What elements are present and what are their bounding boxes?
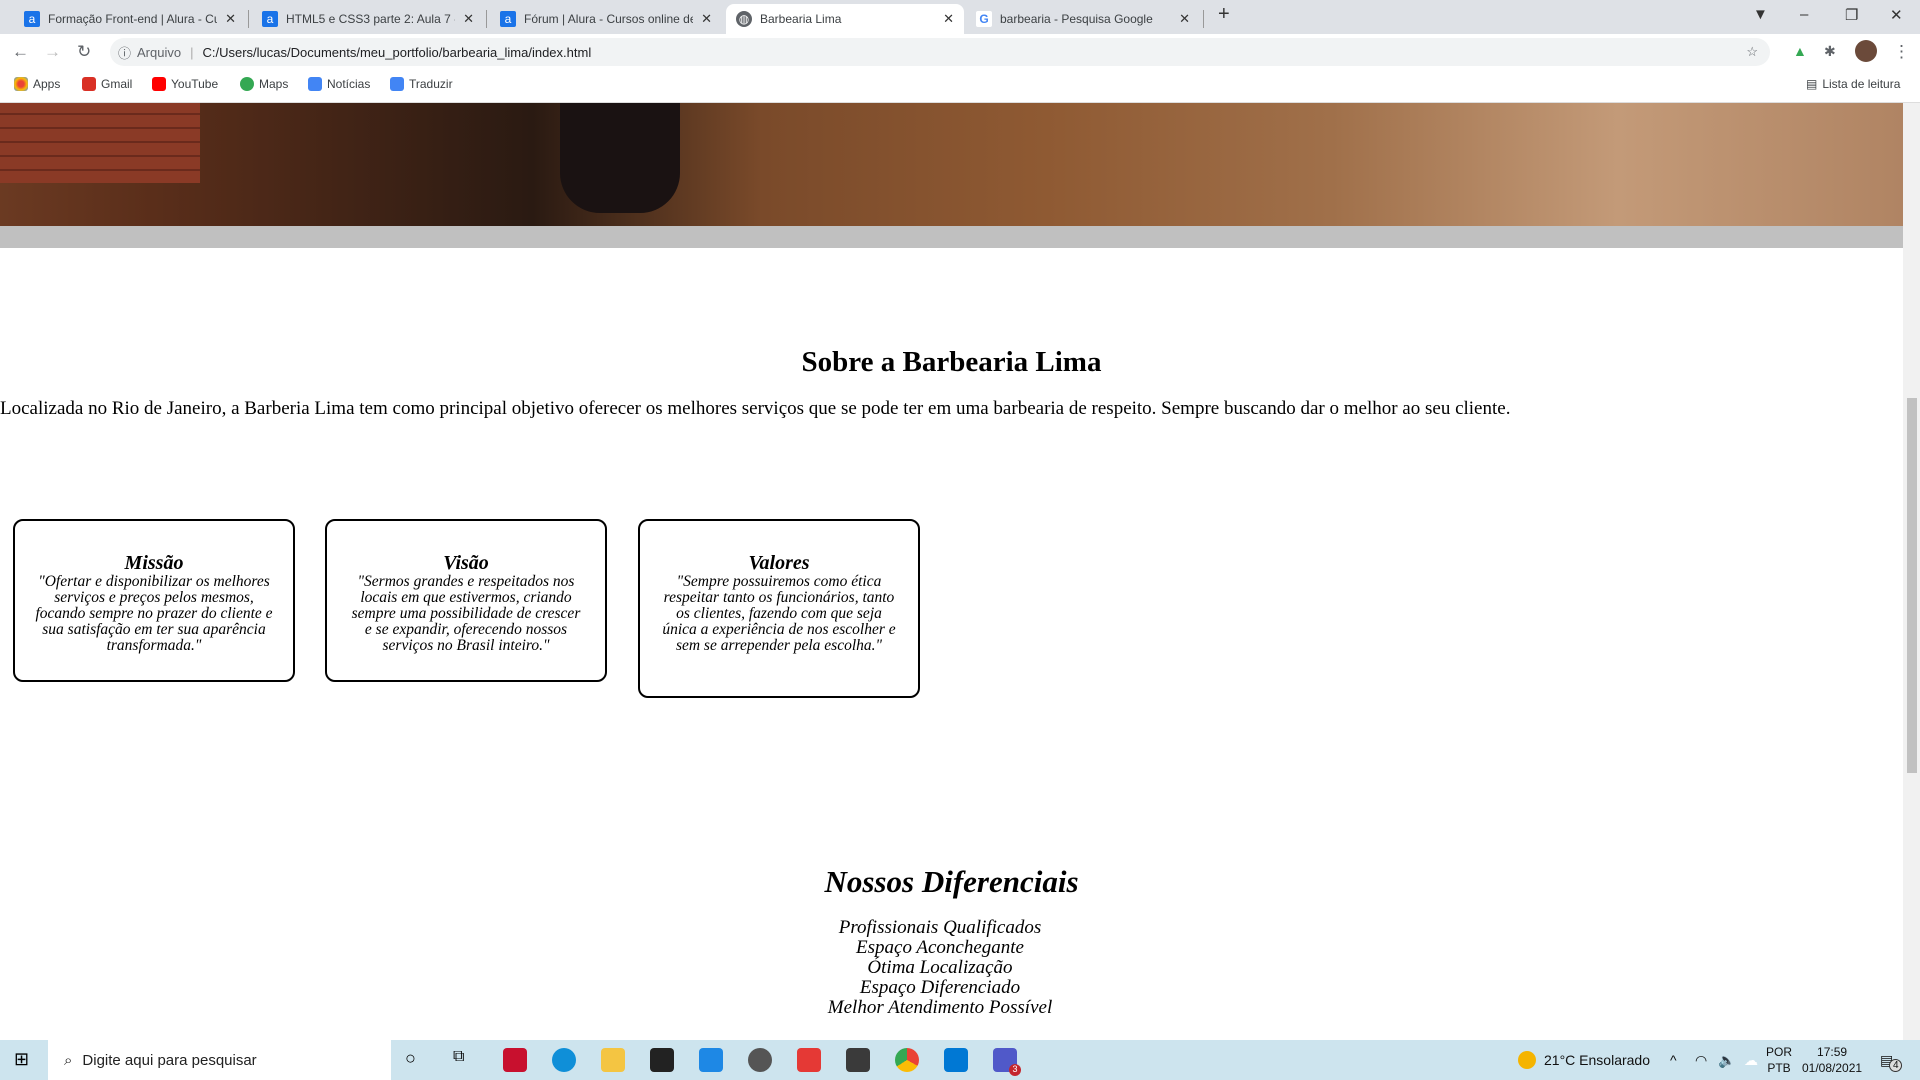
card-valores: Valores "Sempre possuiremos como ética r… [638,519,920,698]
tab-bar: a Formação Front-end | Alura - Cur ✕ a HTML… [0,0,1920,34]
clock[interactable]: 17:59 01/08/2021 [1802,1040,1862,1080]
vscode-icon[interactable] [944,1048,968,1072]
windows-start-icon[interactable]: ⊞ [14,1049,29,1070]
card-title: Valores [748,552,810,574]
onedrive-icon[interactable]: ☁ [1744,1040,1758,1080]
sun-icon [1518,1051,1536,1069]
office-icon[interactable] [797,1048,821,1072]
mcafee-icon[interactable] [503,1048,527,1072]
hero-image [0,103,1903,226]
google-icon: G [976,11,992,27]
scrollbar[interactable] [1903,103,1920,1040]
card-missao: Missão "Ofertar e disponibilizar os melh… [13,519,295,682]
news-icon [308,77,322,91]
new-tab-button[interactable]: + [1218,3,1230,26]
divider-band [0,226,1903,248]
gmail-icon [82,77,96,91]
card-text: "Ofertar e disponibilizar os melhores se… [35,573,273,654]
file-explorer-icon[interactable] [601,1048,625,1072]
list-item: Ótima Localização [867,957,1013,978]
bookmark-maps[interactable]: Maps [240,77,288,91]
diferenciais-title: Nossos Diferenciais [824,864,1079,899]
globe-icon: ◍ [736,11,752,27]
bookmark-noticias[interactable]: Notícias [308,77,370,91]
close-tab-icon[interactable]: ✕ [225,11,236,27]
card-title: Missão [124,552,184,574]
address-bar[interactable]: ⓘ Arquivo | C:/Users/lucas/Documents/meu… [110,38,1770,66]
url-text[interactable]: C:/Users/lucas/Documents/meu_portfolio/b… [202,45,591,60]
avatar[interactable] [1855,40,1877,62]
close-tab-icon[interactable]: ✕ [1179,11,1190,27]
reading-list-icon: ▤ [1806,77,1818,91]
taskbar: ⊞ ⌕ Digite aqui para pesquisar ○ ⧉ 3 21°C… [0,1040,1920,1080]
security-label: Arquivo [137,44,182,60]
language-indicator[interactable]: POR PTB [1766,1040,1792,1080]
forward-icon[interactable]: → [44,42,61,62]
translate-icon [390,77,404,91]
menu-icon[interactable]: ⋮ [1893,42,1910,62]
alura-icon: a [24,11,40,27]
task-view-icon[interactable]: ⧉ [453,1048,464,1066]
close-tab-icon[interactable]: ✕ [943,11,954,27]
chevron-up-icon[interactable]: ^ [1670,1040,1677,1080]
mail-icon[interactable] [699,1048,723,1072]
cortana-icon[interactable]: ○ [405,1048,416,1069]
restore-button[interactable]: ❐ [1845,6,1858,24]
store-icon[interactable] [650,1048,674,1072]
bookmarks-bar: Apps Gmail YouTube Maps Notícias Traduzi… [0,68,1920,103]
wifi-icon[interactable]: ◠ [1695,1040,1707,1080]
tab-html5[interactable]: a HTML5 e CSS3 parte 2: Aula 7 - A ✕ [252,4,484,34]
bookmark-youtube[interactable]: YouTube [152,77,218,91]
chrome-icon[interactable] [895,1048,919,1072]
alura-icon: a [500,11,516,27]
browser-icon[interactable] [748,1048,772,1072]
list-item: Profissionais Qualificados [838,917,1042,938]
volume-icon[interactable]: 🔈 [1718,1040,1735,1080]
weather-widget[interactable]: 21°C Ensolarado [1518,1040,1650,1080]
tab-google[interactable]: Gbarbearia - Pesquisa Google ✕ [966,4,1200,34]
card-text: "Sempre possuiremos como ética respeitar… [662,573,896,654]
close-tab-icon[interactable]: ✕ [701,11,712,27]
card-visao: Visão "Sermos grandes e respeitados nos … [325,519,607,682]
close-window-button[interactable]: ✕ [1890,6,1903,24]
list-item: Espaço Aconchegante [856,937,1024,958]
back-icon[interactable]: ← [12,42,29,62]
list-item: Melhor Atendimento Possível [827,997,1053,1018]
about-title: Sobre a Barbearia Lima [801,346,1102,378]
taskbar-search[interactable]: ⌕ Digite aqui para pesquisar [48,1040,391,1080]
minimize-button[interactable]: – [1800,6,1808,23]
drive-icon[interactable]: ▲ [1793,43,1807,59]
reading-list[interactable]: ▤ Lista de leitura [1806,77,1900,91]
about-text: Localizada no Rio de Janeiro, a Barberia… [0,398,1511,419]
bookmark-gmail[interactable]: Gmail [82,77,132,91]
tab-formacao[interactable]: a Formação Front-end | Alura - Cur ✕ [14,4,246,34]
youtube-icon [152,77,166,91]
teams-badge: 3 [1009,1064,1021,1076]
alura-icon: a [262,11,278,27]
extensions-icon[interactable]: ✱ [1824,43,1836,60]
teams-icon[interactable]: 3 [993,1048,1021,1076]
toolbar: ← → ↻ ⓘ Arquivo | C:/Users/lucas/Documen… [0,34,1920,68]
maps-icon [240,77,254,91]
bookmark-apps[interactable]: Apps [14,77,60,91]
card-title: Visão [443,552,489,574]
diferenciais-list: Profissionais Qualificados Espaço Aconch… [0,918,1880,1018]
tab-forum[interactable]: a Fórum | Alura - Cursos online de ✕ [490,4,722,34]
search-icon: ⌕ [64,1051,73,1069]
close-tab-icon[interactable]: ✕ [463,11,474,27]
apps-grid-icon [14,77,28,91]
tab-barbearia[interactable]: ◍ Barbearia Lima ✕ [726,4,964,34]
scrollbar-thumb[interactable] [1907,398,1917,773]
list-item: Espaço Diferenciado [859,977,1021,998]
info-icon[interactable]: ⓘ [118,43,131,62]
edge-icon[interactable] [552,1048,576,1072]
reload-icon[interactable]: ↻ [77,42,91,62]
sublime-icon[interactable] [846,1048,870,1072]
bookmark-traduzir[interactable]: Traduzir [390,77,453,91]
card-text: "Sermos grandes e respeitados nos locais… [351,573,581,654]
notifications-icon[interactable]: ▤ 4 [1880,1040,1903,1080]
star-icon[interactable]: ☆ [1746,44,1758,60]
tab-search-icon[interactable]: ▼ [1753,6,1768,23]
